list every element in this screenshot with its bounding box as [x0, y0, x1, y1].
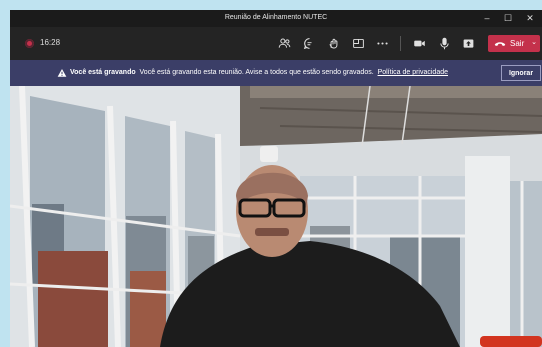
close-icon[interactable]: ✕ [519, 10, 541, 27]
title-bar: Reunião de Alinhamento NUTEC – ☐ ✕ [10, 10, 542, 27]
banner-bold: Você está gravando [70, 69, 136, 76]
dismiss-button[interactable]: Ignorar [501, 65, 541, 81]
recording-banner: Você está gravando Você está gravando es… [10, 60, 542, 86]
hang-up-icon [494, 42, 506, 46]
recording-icon [25, 39, 34, 48]
participants-icon[interactable] [275, 35, 293, 52]
meeting-timer: 16:28 [40, 38, 61, 47]
minimize-icon[interactable]: – [476, 10, 498, 27]
more-icon[interactable] [373, 35, 391, 52]
chat-icon[interactable] [300, 35, 318, 52]
leave-button[interactable]: Sair ⌄ [488, 35, 540, 52]
reactions-icon[interactable] [324, 35, 342, 52]
meeting-toolbar: 16:28 Sair ⌄ [10, 27, 542, 60]
toolbar-divider [400, 36, 401, 51]
share-icon[interactable] [459, 35, 477, 52]
privacy-policy-link[interactable]: Política de privacidade [378, 69, 448, 76]
banner-message: Você está gravando esta reunião. Avise a… [139, 69, 374, 76]
camera-icon[interactable] [410, 35, 428, 52]
teams-window: Reunião de Alinhamento NUTEC – ☐ ✕ 16:28 [10, 10, 542, 347]
video-feed [10, 86, 542, 347]
banner-text: Você está gravando Você está gravando es… [70, 69, 448, 76]
mic-icon[interactable] [435, 35, 453, 52]
window-title: Reunião de Alinhamento NUTEC [224, 14, 328, 21]
maximize-icon[interactable]: ☐ [497, 10, 519, 27]
warning-icon [57, 68, 67, 77]
leave-label: Sair [510, 39, 525, 48]
participant-video-image [10, 86, 542, 347]
rooms-icon[interactable] [349, 35, 367, 52]
chevron-down-icon[interactable]: ⌄ [531, 38, 537, 46]
